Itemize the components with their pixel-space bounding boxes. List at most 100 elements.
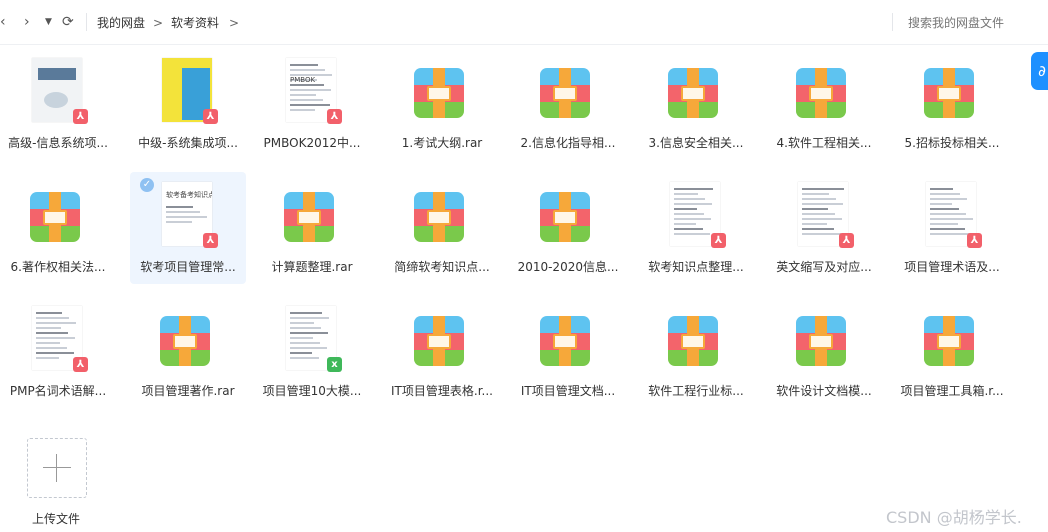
refresh-icon[interactable]: ⟳	[62, 12, 74, 32]
archive-icon	[794, 304, 854, 376]
cover-title: PMBOK	[290, 76, 316, 84]
pdf-icon: ⅄	[839, 233, 854, 248]
divider	[86, 13, 87, 31]
file-name: 项目管理术语及...	[904, 260, 1000, 274]
file-name: 1.考试大纲.rar	[401, 136, 483, 150]
upload-label: 上传文件	[31, 512, 80, 526]
pdf-thumbnail: ⅄	[28, 304, 88, 376]
file-name: PMP名词术语解...	[9, 384, 107, 398]
archive-icon	[922, 304, 982, 376]
archive-icon	[538, 180, 598, 252]
file-item[interactable]: 3.信息安全相关...	[638, 48, 754, 160]
pdf-icon: ⅄	[967, 233, 982, 248]
file-name: 项目管理工具箱.r...	[900, 384, 1004, 398]
file-item[interactable]: 软件设计文档模...	[766, 296, 882, 408]
file-item[interactable]: 4.软件工程相关...	[766, 48, 882, 160]
file-name: IT项目管理表格.r...	[391, 384, 493, 398]
file-name: 3.信息安全相关...	[648, 136, 744, 150]
file-item[interactable]: ⅄ PMP名词术语解...	[0, 296, 116, 408]
cover-title: 软考备考知识点	[166, 191, 212, 199]
file-name: PMBOK2012中...	[263, 136, 361, 150]
pdf-icon: ⅄	[327, 109, 342, 124]
file-name: 软考项目管理常...	[140, 260, 236, 274]
pdf-icon: ⅄	[203, 233, 218, 248]
file-name: 软考知识点整理...	[648, 260, 744, 274]
pdf-thumbnail: ⅄	[666, 180, 726, 252]
pdf-icon: ⅄	[73, 109, 88, 124]
file-item[interactable]: 1.考试大纲.rar	[384, 48, 500, 160]
archive-icon	[666, 304, 726, 376]
file-item[interactable]: 5.招标投标相关...	[894, 48, 1010, 160]
history-dropdown-icon[interactable]: ▼	[45, 12, 52, 32]
file-item[interactable]: 2.信息化指导相...	[510, 48, 626, 160]
file-item[interactable]: ⅄ 英文缩写及对应...	[766, 172, 882, 284]
file-item[interactable]: 简缔软考知识点...	[384, 172, 500, 284]
file-name: 软件设计文档模...	[776, 384, 872, 398]
archive-icon	[412, 56, 472, 128]
file-name: 2010-2020信息...	[517, 260, 619, 274]
archive-icon	[794, 56, 854, 128]
checkbox-icon[interactable]: ✓	[140, 178, 154, 192]
file-item[interactable]: ⅄ 项目管理术语及...	[894, 172, 1010, 284]
file-name: 简缔软考知识点...	[394, 260, 490, 274]
archive-icon	[412, 180, 472, 252]
file-name: 计算题整理.rar	[271, 260, 353, 274]
file-name: 2.信息化指导相...	[520, 136, 616, 150]
breadcrumb-separator-icon: >	[153, 16, 164, 30]
breadcrumb-separator-icon: >	[229, 16, 240, 30]
archive-icon	[282, 180, 342, 252]
pdf-icon: ⅄	[711, 233, 726, 248]
archive-icon	[922, 56, 982, 128]
file-name: 6.著作权相关法...	[10, 260, 106, 274]
file-item[interactable]: ⅄ 高级-信息系统项...	[0, 48, 116, 160]
file-name: IT项目管理文档...	[520, 384, 616, 398]
file-name: 项目管理10大模...	[262, 384, 362, 398]
archive-icon	[666, 56, 726, 128]
archive-icon	[28, 180, 88, 252]
file-item[interactable]: 6.著作权相关法...	[0, 172, 116, 284]
pdf-thumbnail: ⅄	[922, 180, 982, 252]
divider	[892, 13, 893, 31]
forward-icon[interactable]: ›	[24, 12, 30, 32]
file-item[interactable]: 项目管理工具箱.r...	[894, 296, 1010, 408]
pdf-thumbnail: 软考备考知识点 ⅄	[158, 180, 218, 252]
file-item[interactable]: 计算题整理.rar	[254, 172, 370, 284]
file-name: 软件工程行业标...	[648, 384, 744, 398]
file-item[interactable]: 2010-2020信息...	[510, 172, 626, 284]
file-name: 4.软件工程相关...	[776, 136, 872, 150]
watermark: CSDN @胡杨学长.	[886, 508, 1022, 527]
pdf-icon: ⅄	[203, 109, 218, 124]
excel-icon: x	[327, 357, 342, 372]
file-item[interactable]: 软考备考知识点 ⅄ ✓ 软考项目管理常...	[130, 172, 246, 284]
file-item[interactable]: 项目管理著作.rar	[130, 296, 246, 408]
file-item[interactable]: IT项目管理文档...	[510, 296, 626, 408]
archive-icon	[158, 304, 218, 376]
plus-icon	[43, 467, 71, 468]
search-input[interactable]	[908, 14, 1038, 32]
pdf-thumbnail: PMBOK ⅄	[282, 56, 342, 128]
file-item[interactable]: 软件工程行业标...	[638, 296, 754, 408]
breadcrumb-item-root[interactable]: 我的网盘	[97, 14, 145, 32]
archive-icon	[538, 304, 598, 376]
top-bar: ‹ › ▼ ⟳ 我的网盘 > 软考资料 >	[0, 0, 1048, 45]
archive-icon	[538, 56, 598, 128]
file-item[interactable]: ⅄ 软考知识点整理...	[638, 172, 754, 284]
file-item[interactable]: ⅄ 中级-系统集成项...	[130, 48, 246, 160]
file-name: 5.招标投标相关...	[904, 136, 1000, 150]
back-icon[interactable]: ‹	[0, 12, 6, 32]
pdf-thumbnail: ⅄	[158, 56, 218, 128]
file-item[interactable]: x 项目管理10大模...	[254, 296, 370, 408]
file-item[interactable]: IT项目管理表格.r...	[384, 296, 500, 408]
pdf-icon: ⅄	[73, 357, 88, 372]
pdf-thumbnail: ⅄	[28, 56, 88, 128]
file-name: 英文缩写及对应...	[776, 260, 872, 274]
breadcrumb-item-current[interactable]: 软考资料	[171, 14, 219, 32]
archive-icon	[412, 304, 472, 376]
file-name: 项目管理著作.rar	[141, 384, 235, 398]
file-name: 高级-信息系统项...	[8, 136, 108, 150]
spreadsheet-thumbnail: x	[282, 304, 342, 376]
upload-button[interactable]	[27, 438, 87, 498]
file-name: 中级-系统集成项...	[138, 136, 238, 150]
file-item[interactable]: PMBOK ⅄ PMBOK2012中...	[254, 48, 370, 160]
link-icon[interactable]: ∂	[1031, 52, 1048, 90]
